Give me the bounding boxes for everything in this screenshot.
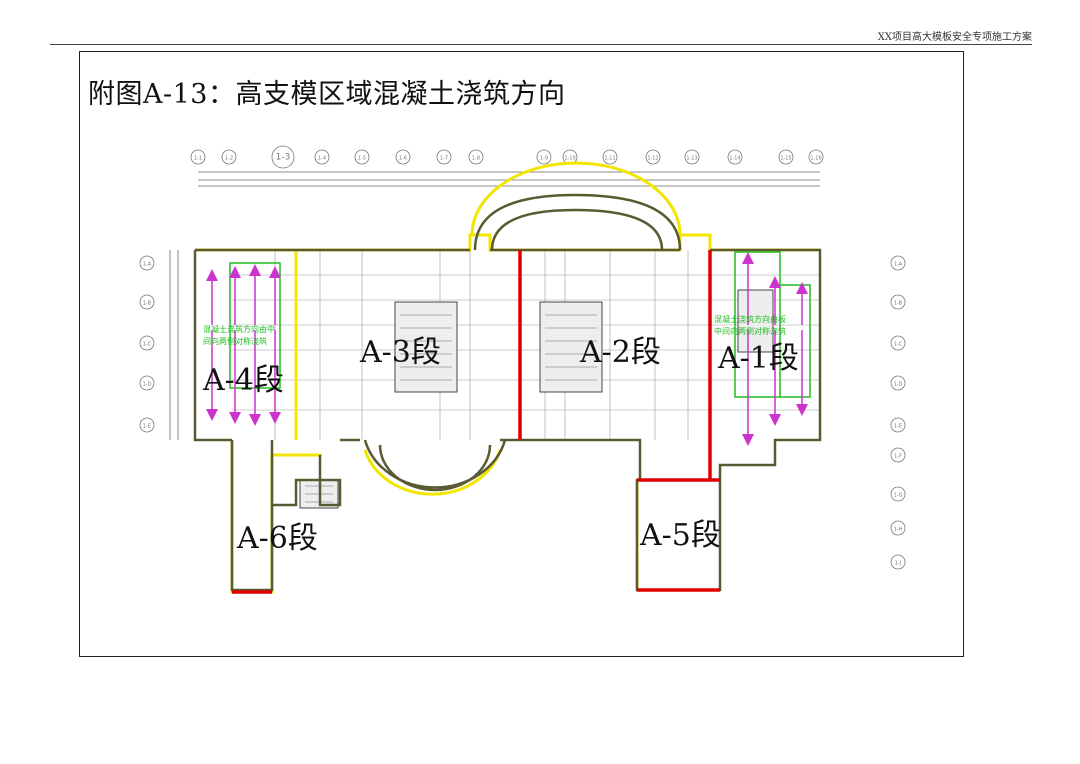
- axis-left-bubble-label: 1-C: [143, 342, 152, 348]
- axis-right-bubble-label: 1-B: [894, 301, 903, 307]
- axis-top-bubble-label: 1-4: [318, 156, 326, 162]
- section-label-a6: A-6段: [236, 521, 318, 556]
- note-right-line-1: 混凝土浇筑方向由板: [714, 314, 786, 324]
- section-label-a3: A-3段: [359, 335, 441, 370]
- axis-top-bubble-label: 1-7: [440, 156, 448, 162]
- axis-bubbles-top: 1-1 1-2 1-3 1-4 1-5 1-6 1-7 1-8 1-9 1-10 1-11 1-12 1…: [190, 145, 824, 169]
- section-label-a1: A-1段: [717, 341, 799, 376]
- axis-right-bubble-label: 1-E: [894, 424, 902, 430]
- note-left-line-2: 间向两侧对称浇筑: [203, 336, 267, 346]
- axis-right-bubble-label: 1-G: [893, 493, 902, 499]
- axis-top-bubble-label: 1-6: [399, 156, 407, 162]
- axis-top-bubble-label: 1-9: [540, 156, 548, 162]
- axis-top-bubble-label: 1-11: [604, 156, 615, 162]
- axis-top-bubble-label: 1-14: [729, 156, 740, 162]
- axis-left-bubble-label: 1-A: [143, 262, 152, 268]
- axis-right-bubble-label: 1-F: [894, 454, 902, 460]
- axis-top-bubble-label: 1-8: [472, 156, 480, 162]
- axis-right-bubble-label: 1-A: [894, 262, 903, 268]
- floor-plan-drawing: 1-1 1-2 1-3 1-4 1-5 1-6 1-7 1-8 1-9 1-10 1-11 1-12 1…: [139, 145, 906, 594]
- axis-right-bubble-label: 1-D: [894, 382, 903, 388]
- axis-left-bubble-label: 1-B: [143, 301, 152, 307]
- section-label-a2: A-2段: [579, 335, 661, 370]
- axis-left-bubble-label: 1-E: [143, 424, 151, 430]
- axis-top-bubble-label: 1-1: [194, 156, 202, 162]
- section-label-a4: A-4段: [202, 363, 284, 398]
- section-label-a5: A-5段: [639, 518, 721, 553]
- axis-left-bubble-label: 1-D: [143, 382, 152, 388]
- note-left-line-1: 混凝土浇筑方向由中: [203, 324, 275, 334]
- axis-top-bubble-label: 1-3: [276, 153, 291, 163]
- axis-right-bubble-label: 1-H: [894, 527, 903, 533]
- axis-right-bubble-label: 1-J: [895, 561, 902, 567]
- axis-right-bubble-label: 1-C: [894, 342, 903, 348]
- pour-direction-arrows: [206, 252, 808, 446]
- axis-top-bubble-label: 1-12: [647, 156, 658, 162]
- axis-top-bubble-label: 1-13: [686, 156, 697, 162]
- axis-top-bubble-label: 1-16: [810, 156, 821, 162]
- note-right-line-2: 中间向两侧对称浇筑: [714, 326, 786, 336]
- axis-top-bubble-label: 1-2: [225, 156, 233, 162]
- axis-top-bubble-label: 1-10: [564, 156, 575, 162]
- stair-cores: [299, 289, 774, 509]
- axis-top-bubble-label: 1-5: [358, 156, 366, 162]
- axis-top-bubble-label: 1-15: [780, 156, 791, 162]
- note-left: 混凝土浇筑方向由中 间向两侧对称浇筑: [203, 324, 275, 346]
